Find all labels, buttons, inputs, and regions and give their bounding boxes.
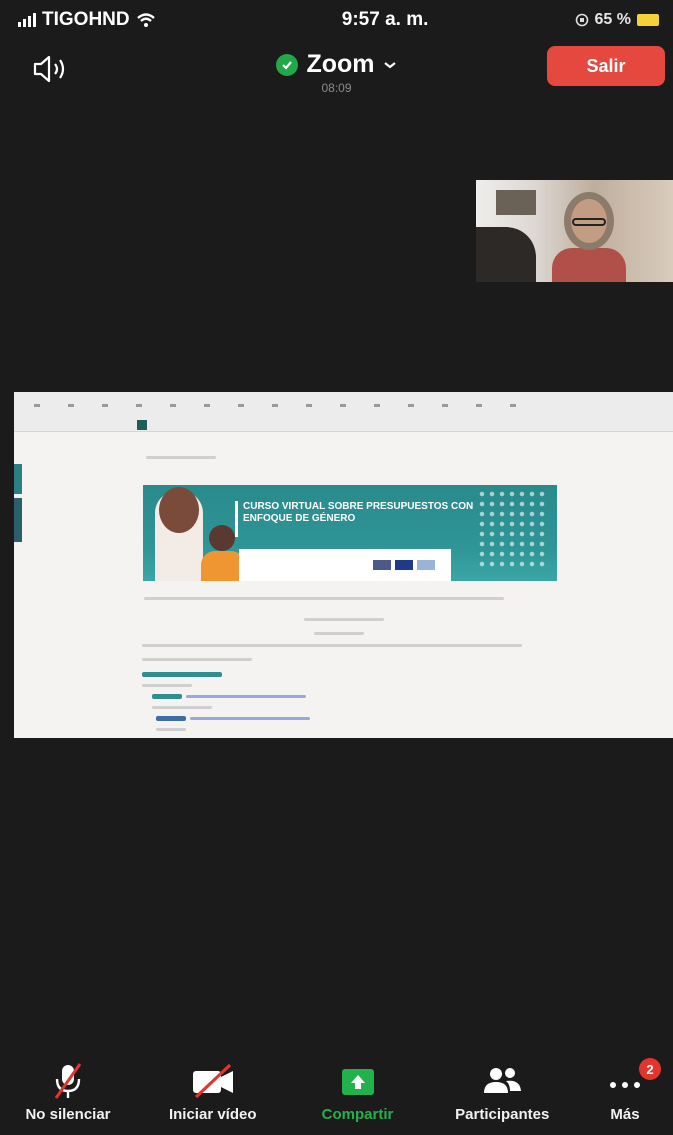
shared-browser-toolbar	[14, 392, 673, 432]
share-screen-icon	[341, 1069, 374, 1095]
site-favicon	[137, 420, 147, 430]
page-text-line	[186, 695, 306, 698]
course-banner: CURSO VIRTUAL SOBRE PRESUPUESTOS CON ENF…	[143, 485, 557, 581]
more-button[interactable]: 2 Más	[585, 1058, 665, 1123]
orientation-lock-icon	[575, 13, 588, 27]
banner-divider	[235, 501, 238, 537]
chevron-down-icon	[383, 61, 396, 68]
browser-toolbar-icons	[34, 404, 534, 407]
participants-button[interactable]: Participantes	[440, 1060, 564, 1123]
meeting-toolbar: No silenciar Iniciar vídeo Compartir Par…	[0, 1058, 673, 1135]
side-tab-marker	[14, 464, 22, 494]
background-chair	[476, 227, 536, 282]
page-breadcrumb	[146, 456, 216, 459]
page-section-link[interactable]	[156, 716, 186, 721]
partner-logos	[373, 560, 435, 570]
banner-woman-hair	[159, 487, 199, 533]
page-text-line	[304, 618, 384, 621]
unmute-button[interactable]: No silenciar	[6, 1060, 130, 1123]
page-section-link[interactable]	[142, 672, 222, 677]
status-bar: TIGOHND 9:57 a. m. 65 %	[0, 0, 673, 40]
page-text-line	[144, 597, 504, 600]
page-section-link[interactable]	[152, 694, 182, 699]
meeting-title-row[interactable]: Zoom	[276, 50, 396, 79]
leave-button[interactable]: Salir	[547, 46, 665, 86]
child-head	[209, 525, 235, 551]
background-shelf	[496, 190, 536, 215]
start-video-label: Iniciar vídeo	[168, 1106, 257, 1123]
carrier-name: TIGOHND	[42, 9, 130, 30]
banner-headline: CURSO VIRTUAL SOBRE PRESUPUESTOS CON ENF…	[243, 501, 474, 524]
microphone-muted-icon	[54, 1063, 82, 1099]
video-off-icon	[192, 1063, 233, 1099]
participants-icon	[484, 1068, 522, 1093]
notification-badge: 2	[639, 1058, 661, 1080]
participant-glasses	[572, 218, 606, 226]
page-text-line	[142, 644, 522, 647]
share-label: Compartir	[321, 1106, 394, 1123]
shield-check-icon	[276, 53, 299, 76]
participant-torso	[552, 248, 626, 282]
battery-icon	[637, 14, 659, 26]
share-button[interactable]: Compartir	[296, 1060, 420, 1123]
participant-video-thumbnail[interactable]	[476, 180, 673, 282]
wifi-icon	[136, 13, 155, 27]
shared-screen[interactable]: CURSO VIRTUAL SOBRE PRESUPUESTOS CON ENF…	[14, 392, 673, 738]
side-tab-marker	[14, 498, 22, 542]
unmute-label: No silenciar	[25, 1106, 111, 1123]
page-text-line	[142, 684, 192, 687]
meeting-title: Zoom	[306, 50, 375, 78]
page-text-line	[190, 717, 310, 720]
clock: 9:57 a. m.	[341, 9, 429, 30]
battery-percent: 65 %	[594, 11, 631, 28]
page-text-line	[314, 632, 364, 635]
participants-label: Participantes	[455, 1106, 550, 1123]
more-label: Más	[610, 1106, 640, 1123]
page-text-line	[142, 658, 252, 661]
meeting-header: Zoom 08:09 Salir	[0, 44, 673, 104]
status-left: TIGOHND	[18, 9, 156, 31]
start-video-button[interactable]: Iniciar vídeo	[151, 1060, 275, 1123]
signal-bars-icon	[18, 13, 36, 27]
page-text-line	[156, 728, 186, 731]
participant-figure	[552, 188, 626, 282]
page-text-line	[152, 706, 212, 709]
status-right: 65 %	[575, 11, 659, 29]
